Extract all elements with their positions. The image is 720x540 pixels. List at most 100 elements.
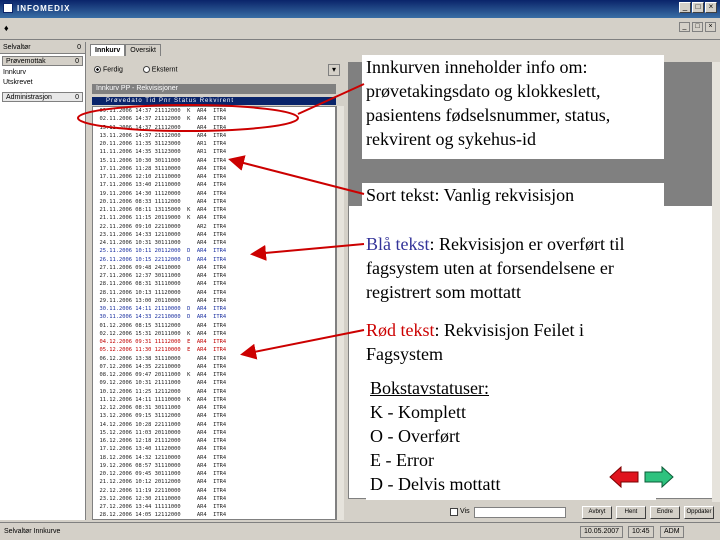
green-right-arrow-icon[interactable] [644,466,674,488]
list-item[interactable]: 28.12.2006 14:05 12112000 AR4 ITR4 [93,511,335,519]
grid-header-text: Prøvedato Tid Pnr Status Rekvirent [106,98,235,104]
row-text: 28.12.2006 14:05 12112000 AR4 ITR4 [99,512,227,519]
list-scrollbar[interactable] [336,106,344,520]
list-item[interactable]: 18.12.2006 14:32 12110000 AR4 ITR4 [93,454,335,462]
vis-dropdown[interactable] [474,507,566,518]
list-item[interactable]: 13.11.2006 14:37 21112000 AR4 ITR4 [93,132,335,140]
row-text: 10.12.2006 11:25 12112000 AR4 ITR4 [99,388,227,395]
tab-strip: Innkurv Oversikt [90,44,161,56]
row-text: 17.11.2006 12:10 21110000 AR4 ITR4 [99,174,227,180]
row-text: 28.11.2006 08:31 31110000 AR4 ITR4 [99,281,227,288]
innkurv-panel: Innkurv Oversikt Ferdig Eksternt ▾ Innkur… [88,42,344,520]
row-text: 26.11.2006 10:15 22112000 D AR4 ITR4 [99,256,227,263]
radio-ferdig[interactable]: Ferdig [94,66,123,73]
update-button[interactable]: Oppdater [684,506,714,519]
list-item[interactable]: 01.12.2006 08:15 31112000 AR4 ITR4 [93,322,335,330]
filter-icon[interactable]: ▾ [328,64,340,76]
list-item[interactable]: 27.12.2006 13:44 11111000 AR4 ITR4 [93,503,335,511]
list-item[interactable]: 17.12.2006 13:40 11120000 AR4 ITR4 [93,445,335,453]
title-bar: INFOMEDIX _ □ × [0,0,720,18]
row-text: 12.12.2006 08:31 30111000 AR4 ITR4 [99,405,227,411]
list-item[interactable]: 22.12.2006 11:19 22110000 AR4 ITR4 [93,487,335,495]
status-legend-heading: Bokstavstatuser: [370,378,489,398]
list-item[interactable]: 06.12.2006 13:38 31110000 AR4 ITR4 [93,355,335,363]
list-item[interactable]: 09.11.2006 14:37 21112000 K AR4 ITR4 [93,107,335,115]
grid-header-row[interactable]: Prøvedato Tid Pnr Status Rekvirent [92,97,336,105]
red-left-arrow-icon[interactable] [609,466,639,488]
nav-item-badge: 0 [75,94,79,101]
list-item[interactable]: 19.11.2006 14:30 11120000 AR4 ITR4 [93,190,335,198]
row-text: 15.11.2006 10:30 30111000 AR4 ITR4 [99,157,227,164]
list-item[interactable]: 28.11.2006 10:13 11120000 AR4 ITR4 [93,289,335,297]
list-item[interactable]: 09.12.2006 10:31 21111000 AR4 ITR4 [93,379,335,387]
minimize-icon[interactable]: _ [679,2,691,13]
list-item[interactable]: 21.12.2006 10:12 20112000 AR4 ITR4 [93,478,335,486]
list-item[interactable]: 24.11.2006 10:31 30111000 AR4 ITR4 [93,239,335,247]
list-item[interactable]: 23.12.2006 12:30 21110000 AR4 ITR4 [93,495,335,503]
child-restore-icon[interactable]: □ [692,22,703,32]
list-item[interactable]: 08.12.2006 09:47 20111000 K AR4 ITR4 [93,371,335,379]
row-text: 22.12.2006 11:19 22110000 AR4 ITR4 [99,487,227,494]
list-item[interactable]: 10.12.2006 11:25 12112000 AR4 ITR4 [93,388,335,396]
list-item[interactable]: 13.12.2006 09:15 31112000 AR4 ITR4 [93,412,335,420]
list-item[interactable]: 21.11.2006 08:11 13115000 K AR4 ITR4 [93,206,335,214]
list-item[interactable]: 17.11.2006 11:28 31110000 AR4 ITR4 [93,165,335,173]
nav-item-provemottak[interactable]: Prøvemottak 0 [2,56,83,66]
cancel-button[interactable]: Avbryt [582,506,612,519]
vis-checkbox[interactable] [450,508,458,516]
list-item[interactable]: 27.11.2006 09:48 24110000 AR4 ITR4 [93,264,335,272]
list-item[interactable]: 14.12.2006 10:28 22111000 AR4 ITR4 [93,421,335,429]
list-item[interactable]: 11.11.2006 14:35 31123000 AR1 ITR4 [93,148,335,156]
row-text: 02.11.2006 14:37 21112000 K AR4 ITR4 [99,116,227,123]
list-item[interactable]: 11.12.2006 14:11 11110000 K AR4 ITR4 [93,396,335,404]
row-text: 09.11.2006 14:37 21112000 K AR4 ITR4 [99,108,227,114]
list-item[interactable]: 20.12.2006 09:45 30111000 AR4 ITR4 [93,470,335,478]
list-item[interactable]: 17.11.2006 13:40 21110000 AR4 ITR4 [93,181,335,189]
child-close-icon[interactable]: × [705,22,716,32]
list-item[interactable]: 27.11.2006 12:37 30111000 AR4 ITR4 [93,272,335,280]
list-item[interactable]: 26.11.2006 10:15 22112000 D AR4 ITR4 [93,256,335,264]
list-item[interactable]: 02.12.2006 15:31 20111000 K AR4 ITR4 [93,330,335,338]
list-item[interactable]: 21.11.2006 11:15 20119000 K AR4 ITR4 [93,214,335,222]
requisition-list[interactable]: 09.11.2006 14:37 21112000 K AR4 ITR4 02.… [92,106,336,520]
edit-button[interactable]: Endre [650,506,680,519]
list-item[interactable]: 05.12.2006 11:30 12110000 E AR4 ITR4 [93,346,335,354]
row-text: 19.12.2006 08:57 31110000 AR4 ITR4 [99,462,227,469]
list-item[interactable]: 29.11.2006 13:00 20110000 AR4 ITR4 [93,297,335,305]
list-item[interactable]: 15.12.2006 11:03 20110000 AR4 ITR4 [93,429,335,437]
child-minimize-icon[interactable]: _ [679,22,690,32]
radio-eksternt[interactable]: Eksternt [142,66,177,73]
list-item[interactable]: 28.11.2006 08:31 31110000 AR4 ITR4 [93,280,335,288]
maximize-icon[interactable]: □ [692,2,704,13]
list-item[interactable]: 02.11.2006 14:37 21112000 K AR4 ITR4 [93,115,335,123]
fetch-button[interactable]: Hent [616,506,646,519]
list-item[interactable]: 22.11.2006 09:10 22110000 AR2 ITR4 [93,223,335,231]
list-item[interactable]: 30.11.2006 14:11 21110000 D AR4 ITR4 [93,305,335,313]
list-item[interactable]: 19.12.2006 08:57 31110000 AR4 ITR4 [93,462,335,470]
list-item[interactable]: 23.11.2006 14:33 12110000 AR4 ITR4 [93,231,335,239]
list-item[interactable]: 12.12.2006 08:31 30111000 AR4 ITR4 [93,404,335,412]
list-item[interactable]: 20.11.2006 11:35 31123000 AR1 ITR4 [93,140,335,148]
list-item[interactable]: 16.12.2006 12:18 21112000 AR4 ITR4 [93,437,335,445]
callout-black-text: Sort tekst: Vanlig rekvisisjon [362,183,664,207]
tab-innkurv[interactable]: Innkurv [90,44,126,56]
detail-scrollbar[interactable] [712,62,720,502]
menu-glyph-icon[interactable]: ♦ [4,23,9,33]
nav-item-utskrevet[interactable]: Utskrevet [0,78,85,88]
list-item[interactable]: 20.11.2006 08:33 11112000 AR4 ITR4 [93,198,335,206]
list-item[interactable]: 15.11.2006 10:30 30111000 AR4 ITR4 [93,157,335,165]
list-item[interactable]: 25.11.2006 10:11 20112000 D AR4 ITR4 [93,247,335,255]
status-user: ADM [660,526,684,538]
list-item[interactable]: 04.12.2006 09:31 11112000 E AR4 ITR4 [93,338,335,346]
list-item[interactable]: 17.11.2006 12:10 21110000 AR4 ITR4 [93,173,335,181]
close-icon[interactable]: × [705,2,717,13]
nav-item-administrasjon[interactable]: Administrasjon 0 [2,92,83,102]
nav-item-innkurv[interactable]: Innkurv [0,68,85,78]
tab-oversikt[interactable]: Oversikt [125,44,161,56]
list-item[interactable]: 15.11.2006 14:37 21112000 AR4 ITR4 [93,124,335,132]
row-text: 27.12.2006 13:44 11111000 AR4 ITR4 [99,504,227,510]
window-title: INFOMEDIX [17,4,71,13]
list-item[interactable]: 07.12.2006 14:35 22110000 AR4 ITR4 [93,363,335,371]
row-text: 23.11.2006 14:33 12110000 AR4 ITR4 [99,231,227,238]
list-item[interactable]: 30.11.2006 14:33 22110000 D AR4 ITR4 [93,313,335,321]
